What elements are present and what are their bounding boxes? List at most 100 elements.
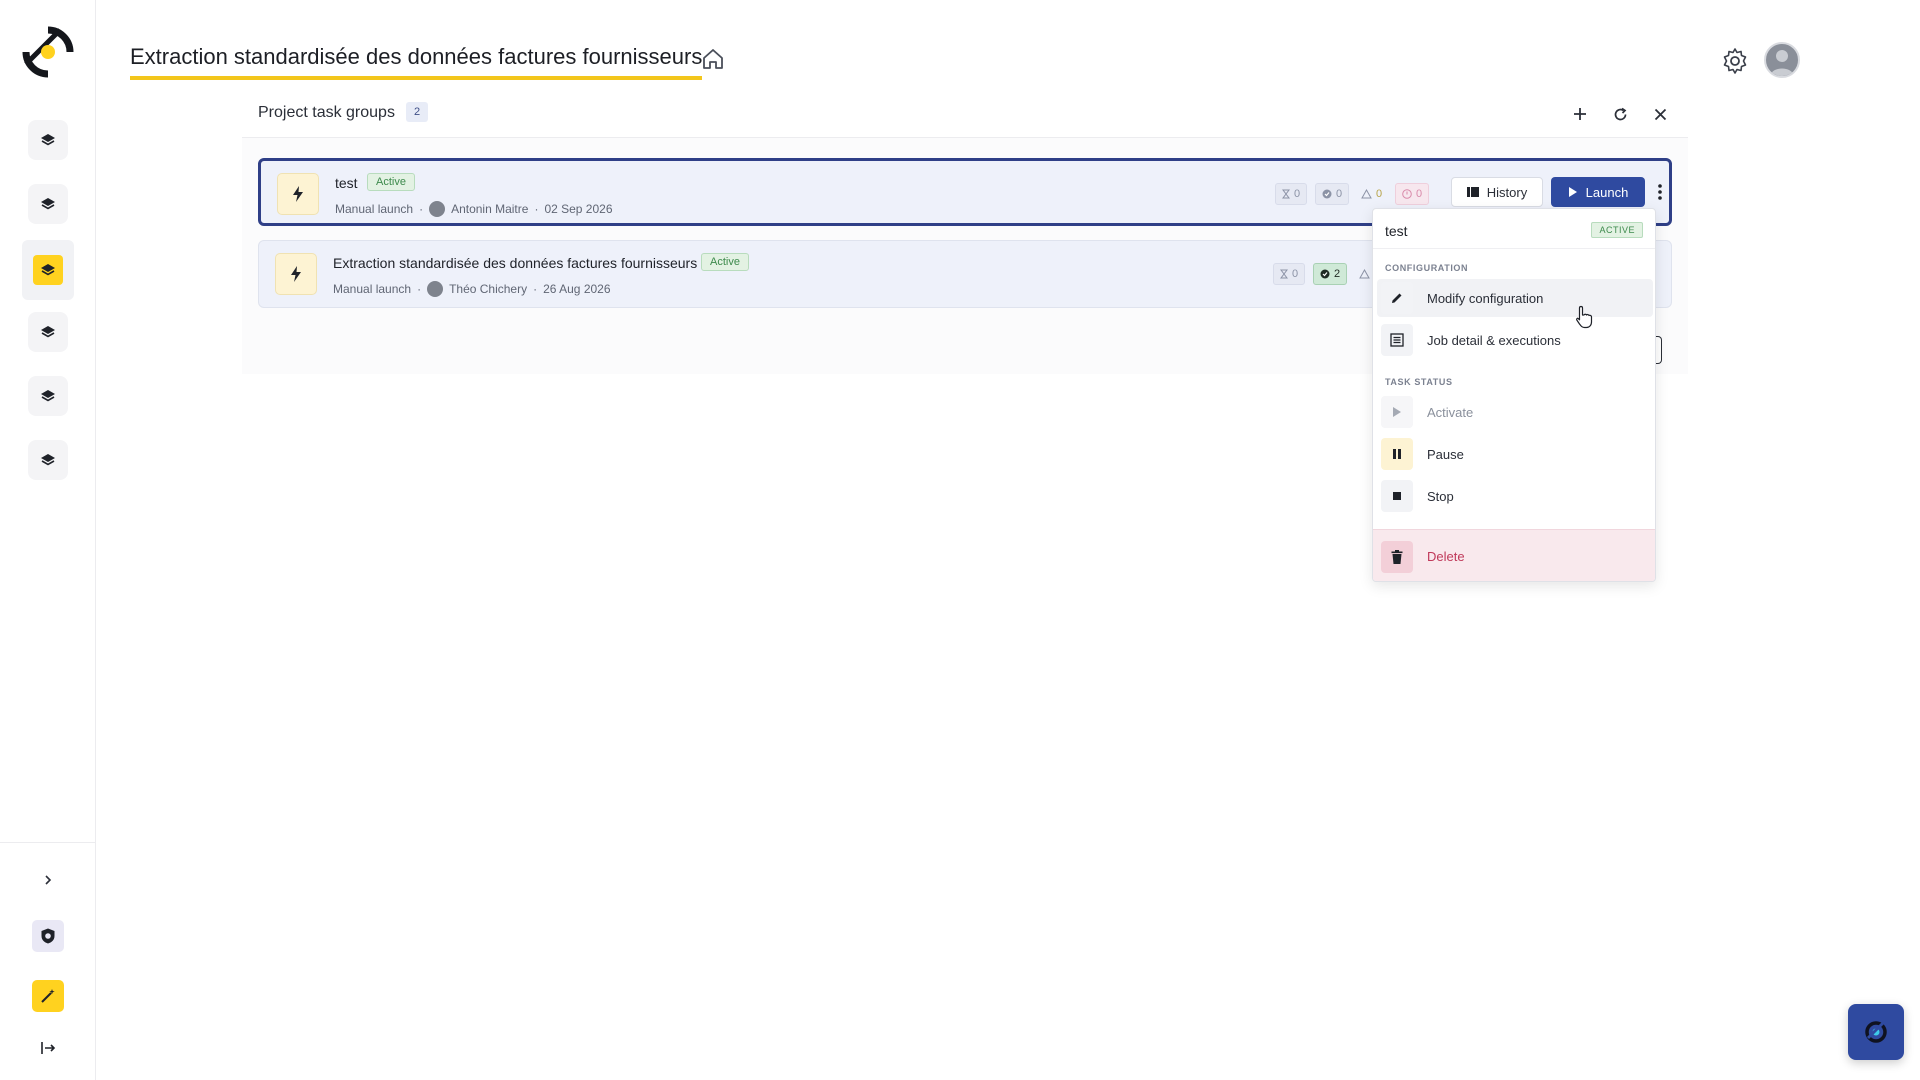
pending-value: 0 <box>1292 268 1299 280</box>
sidebar <box>0 0 96 1080</box>
menu-label: Activate <box>1427 404 1474 420</box>
layers-icon <box>41 198 55 210</box>
kebab-icon <box>1658 184 1662 200</box>
close-icon <box>1654 108 1666 120</box>
chat-assistant-button[interactable] <box>1848 1004 1904 1060</box>
task-meta: Manual launch · Antonin Maitre · 02 Sep … <box>335 201 613 217</box>
menu-item-pause[interactable]: Pause <box>1377 435 1653 473</box>
panel-title: Project task groups <box>258 104 395 121</box>
magic-wand-button[interactable] <box>32 980 64 1012</box>
trash-icon <box>1381 540 1413 573</box>
task-type-icon <box>275 253 317 295</box>
meta-separator: · <box>417 282 422 296</box>
done-count: 0 <box>1315 183 1350 205</box>
error-value: 0 <box>1416 188 1423 200</box>
close-button[interactable] <box>1648 102 1672 126</box>
task-user: Théo Chichery <box>449 282 528 296</box>
stop-icon <box>1381 480 1413 512</box>
menu-title: test <box>1385 223 1408 239</box>
menu-label: Delete <box>1427 549 1465 564</box>
history-button[interactable]: History <box>1451 177 1543 207</box>
layers-icon <box>41 134 55 146</box>
menu-item-job-detail[interactable]: Job detail & executions <box>1377 321 1653 359</box>
task-user: Antonin Maitre <box>451 202 529 216</box>
hourglass-icon <box>1280 269 1288 279</box>
menu-header: test ACTIVE <box>1373 209 1655 249</box>
assistant-logo-icon <box>1865 1021 1887 1043</box>
sidebar-divider <box>0 842 96 843</box>
warning-icon <box>1359 269 1370 279</box>
sidebar-item-project-6[interactable] <box>28 440 68 480</box>
expand-sidebar-button[interactable] <box>36 868 60 892</box>
pause-icon <box>1381 438 1413 470</box>
menu-item-stop[interactable]: Stop <box>1377 477 1653 515</box>
check-circle-icon <box>1322 189 1332 199</box>
list-icon <box>1381 324 1413 356</box>
history-icon <box>1466 187 1479 197</box>
menu-label: Modify configuration <box>1427 290 1544 306</box>
meta-separator: · <box>419 202 424 216</box>
sidebar-item-project-1[interactable] <box>28 120 68 160</box>
refresh-button[interactable] <box>1608 102 1632 126</box>
layers-icon <box>41 326 55 338</box>
lightning-icon <box>291 266 301 282</box>
shield-icon <box>41 928 55 944</box>
launch-button[interactable]: Launch <box>1551 177 1645 207</box>
warning-count: 0 <box>1355 183 1388 205</box>
task-name: Extraction standardisée des données fact… <box>333 255 698 271</box>
sidebar-item-project-4[interactable] <box>28 312 68 352</box>
user-avatar-small <box>429 201 446 217</box>
menu-label: Job detail & executions <box>1427 332 1561 348</box>
refresh-icon <box>1614 107 1626 120</box>
more-options-button[interactable] <box>1649 177 1671 207</box>
done-count: 2 <box>1313 263 1348 285</box>
error-count: 0 <box>1395 183 1430 205</box>
sidebar-item-project-active[interactable] <box>22 240 74 300</box>
hourglass-icon <box>1282 189 1290 199</box>
pending-count: 0 <box>1273 263 1306 285</box>
app-logo[interactable] <box>20 24 76 80</box>
gear-icon[interactable] <box>1720 46 1750 76</box>
status-badge: Active <box>367 173 415 191</box>
page-title: Extraction standardisée des données fact… <box>130 44 703 80</box>
done-value: 0 <box>1336 188 1343 200</box>
layers-icon <box>41 390 55 402</box>
task-options-menu: test ACTIVE CONFIGURATION Modify configu… <box>1372 208 1656 582</box>
menu-label: Pause <box>1427 446 1464 462</box>
play-icon <box>1568 187 1577 197</box>
section-task-status: TASK STATUS <box>1385 377 1453 387</box>
magic-wand-icon <box>41 989 55 1003</box>
warning-value: 0 <box>1376 188 1383 200</box>
layers-icon <box>41 454 55 466</box>
meta-separator: · <box>533 282 538 296</box>
count-badge: 2 <box>406 102 428 122</box>
error-icon <box>1402 189 1412 199</box>
status-badge: Active <box>701 253 749 271</box>
task-name: test <box>335 175 358 191</box>
chevron-right-icon <box>45 875 52 885</box>
menu-item-delete[interactable]: Delete <box>1373 529 1655 581</box>
user-icon <box>1770 50 1794 76</box>
add-button[interactable] <box>1568 102 1592 126</box>
pending-count: 0 <box>1275 183 1308 205</box>
mouse-pointer-icon <box>1576 305 1593 329</box>
security-button[interactable] <box>32 920 64 952</box>
home-icon[interactable] <box>700 46 726 72</box>
section-configuration: CONFIGURATION <box>1385 263 1469 273</box>
sidebar-item-project-5[interactable] <box>28 376 68 416</box>
menu-item-modify-configuration[interactable]: Modify configuration <box>1377 279 1653 317</box>
pencil-icon <box>1381 282 1413 314</box>
menu-item-activate[interactable]: Activate <box>1377 393 1653 431</box>
lightning-icon <box>293 186 303 202</box>
user-avatar[interactable] <box>1764 42 1800 78</box>
user-avatar-small <box>427 281 444 297</box>
sidebar-item-project-2[interactable] <box>28 184 68 224</box>
trigger-label: Manual launch <box>335 202 414 216</box>
task-meta: Manual launch · Théo Chichery · 26 Aug 2… <box>333 281 611 297</box>
task-type-icon <box>277 173 319 215</box>
logout-button[interactable] <box>36 1036 60 1060</box>
menu-label: Stop <box>1427 488 1454 504</box>
launch-label: Launch <box>1585 184 1629 200</box>
done-value: 2 <box>1334 268 1341 280</box>
menu-status-badge: ACTIVE <box>1591 222 1643 238</box>
